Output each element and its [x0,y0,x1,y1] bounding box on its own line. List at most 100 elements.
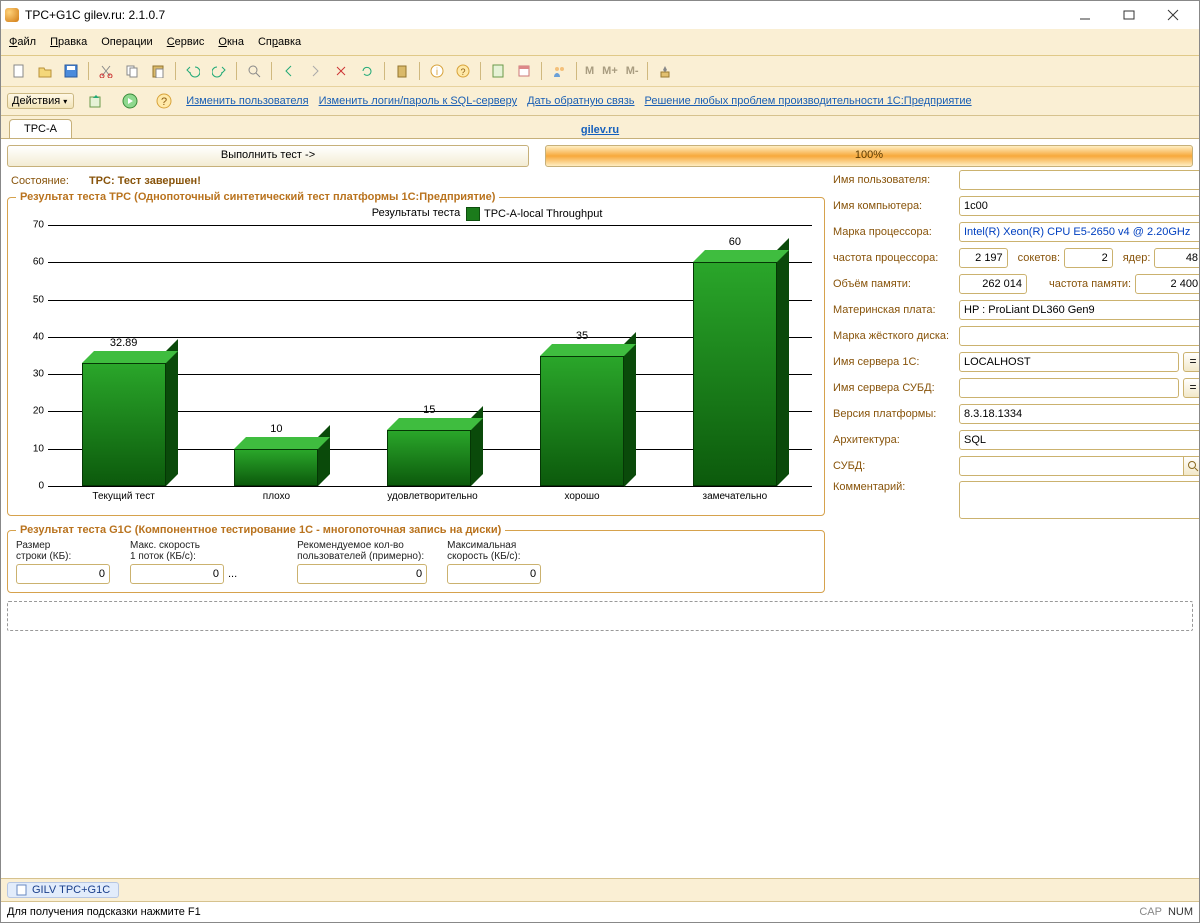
m-minus-toggle[interactable]: M- [626,65,639,77]
info-icon[interactable]: i [425,60,449,82]
prop-srvdb-value[interactable] [959,378,1179,398]
chart-bar: 10плохо [234,449,318,486]
prop-freq-value[interactable]: 2 197 [959,248,1008,268]
g1c-c1-label: Размер строки (КБ): [16,540,110,562]
app-logo-icon [5,8,19,22]
tpc-chart: Результаты теста TPC-A-local Throughput … [16,207,816,507]
tab-tpc-a[interactable]: TPC-A [9,119,72,138]
play-icon[interactable] [118,90,142,112]
menu-file[interactable]: Файл [9,36,36,48]
prop-srv1c-label: Имя сервера 1С: [833,356,955,368]
hint-text: Для получения подсказки нажмите F1 [7,906,201,918]
link-feedback[interactable]: Дать обратную связь [527,95,634,107]
secondary-toolbar: Действия▾ ? Изменить пользователя Измени… [1,87,1199,116]
nav-fwd-icon[interactable] [303,60,327,82]
main-toolbar: i ? M M+ M- [1,56,1199,87]
prop-comp-value[interactable]: 1c00 [959,196,1199,216]
new-icon[interactable] [7,60,31,82]
chart-title: Результаты теста [16,207,816,219]
link-solve-problems[interactable]: Решение любых проблем производительности… [645,95,972,107]
caps-indicator: CAP [1139,906,1162,918]
prop-sock-value[interactable]: 2 [1064,248,1113,268]
prop-ram-value[interactable]: 262 014 [959,274,1027,294]
nav-back-icon[interactable] [277,60,301,82]
srvdb-calc-button[interactable]: = [1183,378,1199,398]
g1c-c4-label: Максимальная скорость (КБ/с): [447,540,541,562]
m-plus-toggle[interactable]: M+ [602,65,618,77]
prop-core-value[interactable]: 48 [1154,248,1199,268]
prop-ramf-label: частота памяти: [1049,278,1131,290]
run-test-button[interactable]: Выполнить тест -> [7,145,529,167]
window-title: TPC+G1C gilev.ru: 2.1.0.7 [25,8,165,22]
srv1c-calc-button[interactable]: = [1183,352,1199,372]
cut-icon[interactable] [94,60,118,82]
prop-mb-value[interactable]: HP : ProLiant DL360 Gen9 [959,300,1199,320]
g1c-c3-value: 0 [297,564,427,584]
chart-bar: 32.89Текущий тест [82,363,166,486]
paste-icon[interactable] [146,60,170,82]
chart-bar: 35хорошо [540,356,624,487]
calc-icon[interactable] [486,60,510,82]
menu-help[interactable]: Справка [258,36,301,48]
prop-comm-label: Комментарий: [833,481,955,493]
g1c-c2-more[interactable]: ... [228,568,237,580]
prop-arch-label: Архитектура: [833,434,955,446]
find-icon[interactable] [242,60,266,82]
prop-user-value[interactable] [959,170,1199,190]
window-tab-gilv[interactable]: GILV TPC+G1C [7,882,119,898]
prop-hdd-value[interactable] [959,326,1199,346]
prop-dbms-value[interactable] [959,456,1184,476]
menu-service[interactable]: Сервис [167,36,205,48]
document-icon [16,884,28,896]
link-change-sql-login[interactable]: Изменить логин/пароль к SQL-серверу [319,95,518,107]
prop-arch-value[interactable]: SQL [959,430,1199,450]
actions-dropdown[interactable]: Действия▾ [7,93,74,109]
header-link[interactable]: gilev.ru [1,124,1199,136]
prop-freq-label: частота процессора: [833,252,955,264]
clipboard-icon[interactable] [390,60,414,82]
legend-swatch-icon [466,207,480,221]
open-icon[interactable] [33,60,57,82]
svg-text:?: ? [460,67,465,77]
minimize-button[interactable] [1063,1,1107,29]
maximize-button[interactable] [1107,1,1151,29]
m-toggle[interactable]: M [585,65,594,77]
prop-ramf-value[interactable]: 2 400 [1135,274,1199,294]
g1c-result-legend: Результат теста G1C (Компонентное тестир… [16,524,505,536]
undo-icon[interactable] [181,60,205,82]
prop-srv1c-value[interactable]: LOCALHOST [959,352,1179,372]
redo-icon[interactable] [207,60,231,82]
g1c-c1-value: 0 [16,564,110,584]
close-button[interactable] [1151,1,1195,29]
chart-bar: 15удовлетворительно [387,430,471,486]
prop-ver-value[interactable]: 8.3.18.1334 [959,404,1199,424]
prop-comm-value[interactable] [959,481,1199,519]
prop-comp-label: Имя компьютера: [833,200,955,212]
prop-cpu-label: Марка процессора: [833,226,955,238]
menu-windows[interactable]: Окна [218,36,244,48]
save-icon[interactable] [59,60,83,82]
menu-edit[interactable]: Правка [50,36,87,48]
svg-text:i: i [436,67,438,78]
help2-icon[interactable]: ? [152,90,176,112]
help-icon[interactable]: ? [451,60,475,82]
export-icon[interactable] [84,90,108,112]
nav-stop-icon[interactable] [329,60,353,82]
nav-refresh-icon[interactable] [355,60,379,82]
menu-operations[interactable]: Операции [101,36,152,48]
users-icon[interactable] [547,60,571,82]
copy-icon[interactable] [120,60,144,82]
calendar-icon[interactable] [512,60,536,82]
num-indicator: NUM [1168,906,1193,918]
g1c-c2-label: Макс. скорость 1 поток (КБ/с): [130,540,237,562]
settings-icon[interactable] [653,60,677,82]
status-value: TPC: Тест завершен! [89,175,201,187]
prop-ram-label: Объём памяти: [833,278,955,290]
dbms-lookup-button[interactable] [1184,456,1199,476]
log-output-area [7,601,1193,631]
prop-cpu-value[interactable]: Intel(R) Xeon(R) CPU E5-2650 v4 @ 2.20GH… [959,222,1199,242]
progress-bar: 100% [545,145,1193,167]
link-change-user[interactable]: Изменить пользователя [186,95,308,107]
chart-legend: TPC-A-local Throughput [466,207,602,221]
g1c-c4-value: 0 [447,564,541,584]
